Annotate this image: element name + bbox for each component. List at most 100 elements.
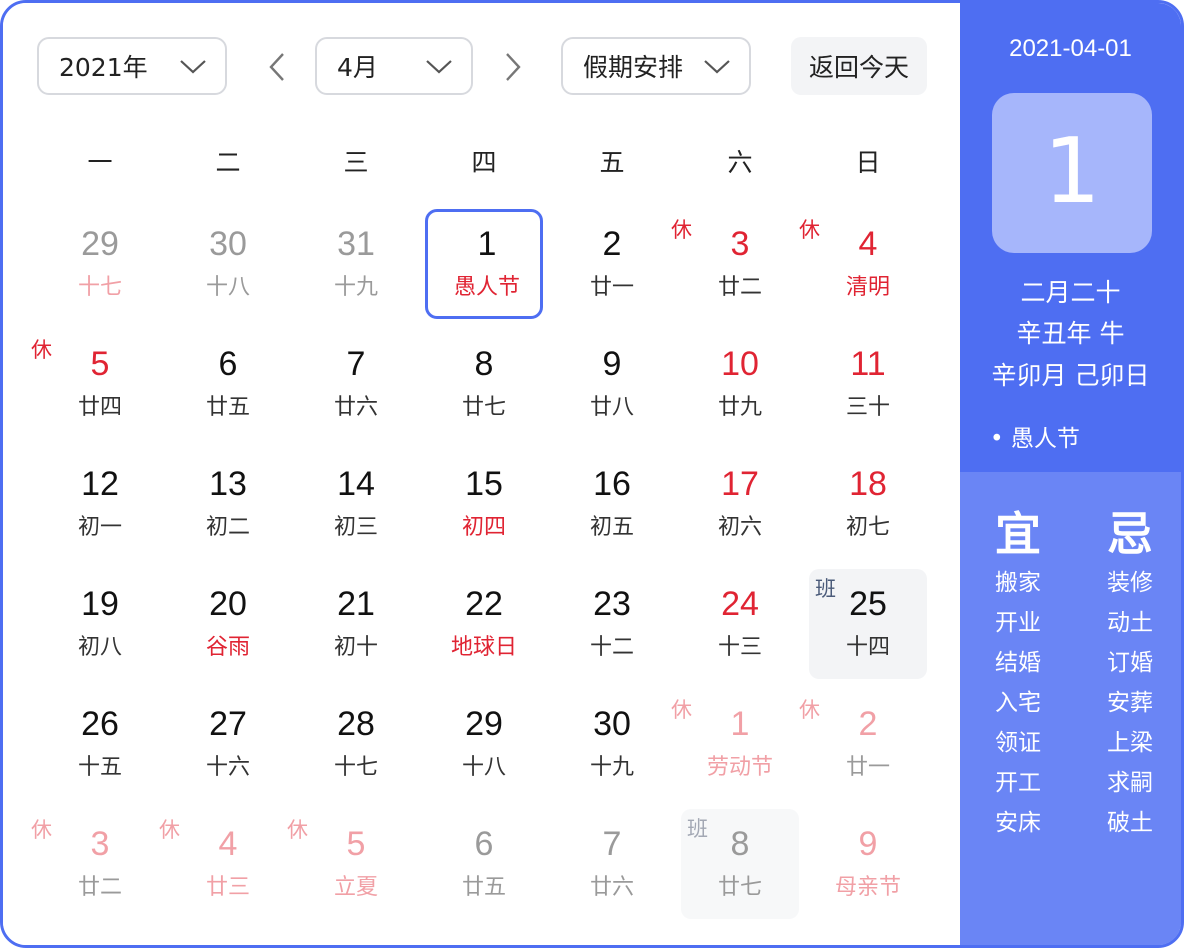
- day-cell[interactable]: 休 3 廿二: [31, 809, 159, 919]
- day-number: 24: [721, 585, 759, 623]
- chevron-down-icon: [426, 60, 452, 74]
- day-cell[interactable]: 休 3 廿二: [671, 209, 799, 319]
- day-cell[interactable]: 7 廿六: [297, 329, 415, 439]
- day-cell[interactable]: 14 初三: [297, 449, 415, 559]
- lunar-label: 廿二: [77, 875, 122, 900]
- day-number: 14: [337, 465, 375, 503]
- day-cell[interactable]: 休 4 廿三: [159, 809, 287, 919]
- day-number: 30: [209, 225, 247, 263]
- day-cell[interactable]: 9 母亲节: [809, 809, 927, 919]
- weekday-label: 日: [855, 148, 881, 177]
- lunar-label: 初七: [845, 515, 890, 540]
- day-cell[interactable]: 休 4 清明: [799, 209, 927, 319]
- day-cell[interactable]: 6 廿五: [169, 329, 287, 439]
- lunar-label: 谷雨: [205, 635, 250, 660]
- day-number: 17: [721, 465, 759, 503]
- yi-item: 开工: [995, 770, 1041, 796]
- day-cell[interactable]: 22 地球日: [425, 569, 543, 679]
- day-cell[interactable]: 休 5 立夏: [287, 809, 415, 919]
- lunar-label: 十六: [205, 755, 250, 780]
- day-cell[interactable]: 29 十八: [425, 689, 543, 799]
- lunar-label: 清明: [845, 275, 890, 300]
- lunar-label: 廿七: [717, 875, 762, 900]
- day-number: 29: [465, 705, 503, 743]
- day-cell[interactable]: 班 8 廿七: [681, 809, 799, 919]
- next-month-icon[interactable]: [503, 51, 523, 83]
- day-cell[interactable]: 13 初二: [169, 449, 287, 559]
- day-cell[interactable]: 17 初六: [681, 449, 799, 559]
- ji-item: 装修: [1107, 570, 1153, 596]
- day-number: 30: [593, 705, 631, 743]
- day-cell[interactable]: 20 谷雨: [169, 569, 287, 679]
- day-cell[interactable]: 休 2 廿一: [799, 689, 927, 799]
- day-cell[interactable]: 28 十七: [297, 689, 415, 799]
- day-cell[interactable]: 31 十九: [297, 209, 415, 319]
- day-cell[interactable]: 休 5 廿四: [31, 329, 159, 439]
- ji-item: 安葬: [1107, 690, 1153, 716]
- lunar-label: 廿七: [461, 395, 506, 420]
- prev-month-icon[interactable]: [267, 51, 287, 83]
- day-number: 22: [465, 585, 503, 623]
- lunar-label: 廿一: [589, 275, 634, 300]
- day-cell[interactable]: 11 三十: [809, 329, 927, 439]
- ji-item: 订婚: [1107, 650, 1153, 676]
- day-number: 25: [849, 585, 887, 623]
- day-cell-today[interactable]: 1 愚人节: [425, 209, 543, 319]
- day-number: 9: [602, 345, 622, 383]
- ji-title: 忌: [1107, 507, 1153, 561]
- day-cell[interactable]: 29 十七: [41, 209, 159, 319]
- day-cell[interactable]: 30 十八: [169, 209, 287, 319]
- day-cell[interactable]: 27 十六: [169, 689, 287, 799]
- lunar-label: 初五: [589, 515, 634, 540]
- day-cell[interactable]: 24 十三: [681, 569, 799, 679]
- day-number: 1: [1043, 119, 1101, 224]
- yi-item: 搬家: [995, 570, 1041, 596]
- yi-item: 安床: [995, 810, 1041, 836]
- day-number: 19: [81, 585, 119, 623]
- month-select[interactable]: 4月: [315, 37, 473, 95]
- back-to-today-button[interactable]: 返回今天: [791, 37, 927, 95]
- day-cell[interactable]: 23 十二: [553, 569, 671, 679]
- holiday-select[interactable]: 假期安排: [561, 37, 751, 95]
- day-number: 15: [465, 465, 503, 503]
- day-cell[interactable]: 26 十五: [41, 689, 159, 799]
- yi-item: 领证: [995, 730, 1041, 756]
- day-cell[interactable]: 8 廿七: [425, 329, 543, 439]
- day-number: 21: [337, 585, 375, 623]
- day-cell[interactable]: 9 廿八: [553, 329, 671, 439]
- ganzhi-month-day: 辛卯月 己卯日: [991, 361, 1150, 390]
- day-cell[interactable]: 休 1 劳动节: [671, 689, 799, 799]
- day-number: 8: [730, 825, 750, 863]
- weekday-label: 五: [599, 148, 625, 177]
- day-cell[interactable]: 7 廿六: [553, 809, 671, 919]
- day-number: 4: [218, 825, 238, 863]
- day-cell[interactable]: 6 廿五: [425, 809, 543, 919]
- day-number: 6: [474, 825, 494, 863]
- day-cell[interactable]: 19 初八: [41, 569, 159, 679]
- day-cell[interactable]: 班 25 十四: [809, 569, 927, 679]
- ji-item: 破土: [1107, 810, 1153, 836]
- day-number: 18: [849, 465, 887, 503]
- lunar-label: 地球日: [450, 635, 517, 660]
- day-cell[interactable]: 10 廿九: [681, 329, 799, 439]
- day-cell[interactable]: 12 初一: [41, 449, 159, 559]
- lunar-label: 十九: [333, 275, 378, 300]
- ji-item: 求嗣: [1107, 770, 1153, 796]
- day-number: 7: [346, 345, 366, 383]
- day-cell[interactable]: 2 廿一: [553, 209, 671, 319]
- lunar-label: 廿三: [205, 875, 250, 900]
- day-cell[interactable]: 21 初十: [297, 569, 415, 679]
- day-cell[interactable]: 30 十九: [553, 689, 671, 799]
- day-cell[interactable]: 15 初四: [425, 449, 543, 559]
- day-number: 16: [593, 465, 631, 503]
- day-number: 29: [81, 225, 119, 263]
- year-select[interactable]: 2021年: [37, 37, 227, 95]
- day-number: 6: [218, 345, 238, 383]
- lunar-label: 廿二: [717, 275, 762, 300]
- day-number: 3: [730, 225, 750, 263]
- day-cell[interactable]: 16 初五: [553, 449, 671, 559]
- day-cell[interactable]: 18 初七: [809, 449, 927, 559]
- weekday-label: 六: [727, 148, 753, 177]
- lunar-label: 初十: [333, 635, 378, 660]
- lunar-label: 十二: [589, 635, 634, 660]
